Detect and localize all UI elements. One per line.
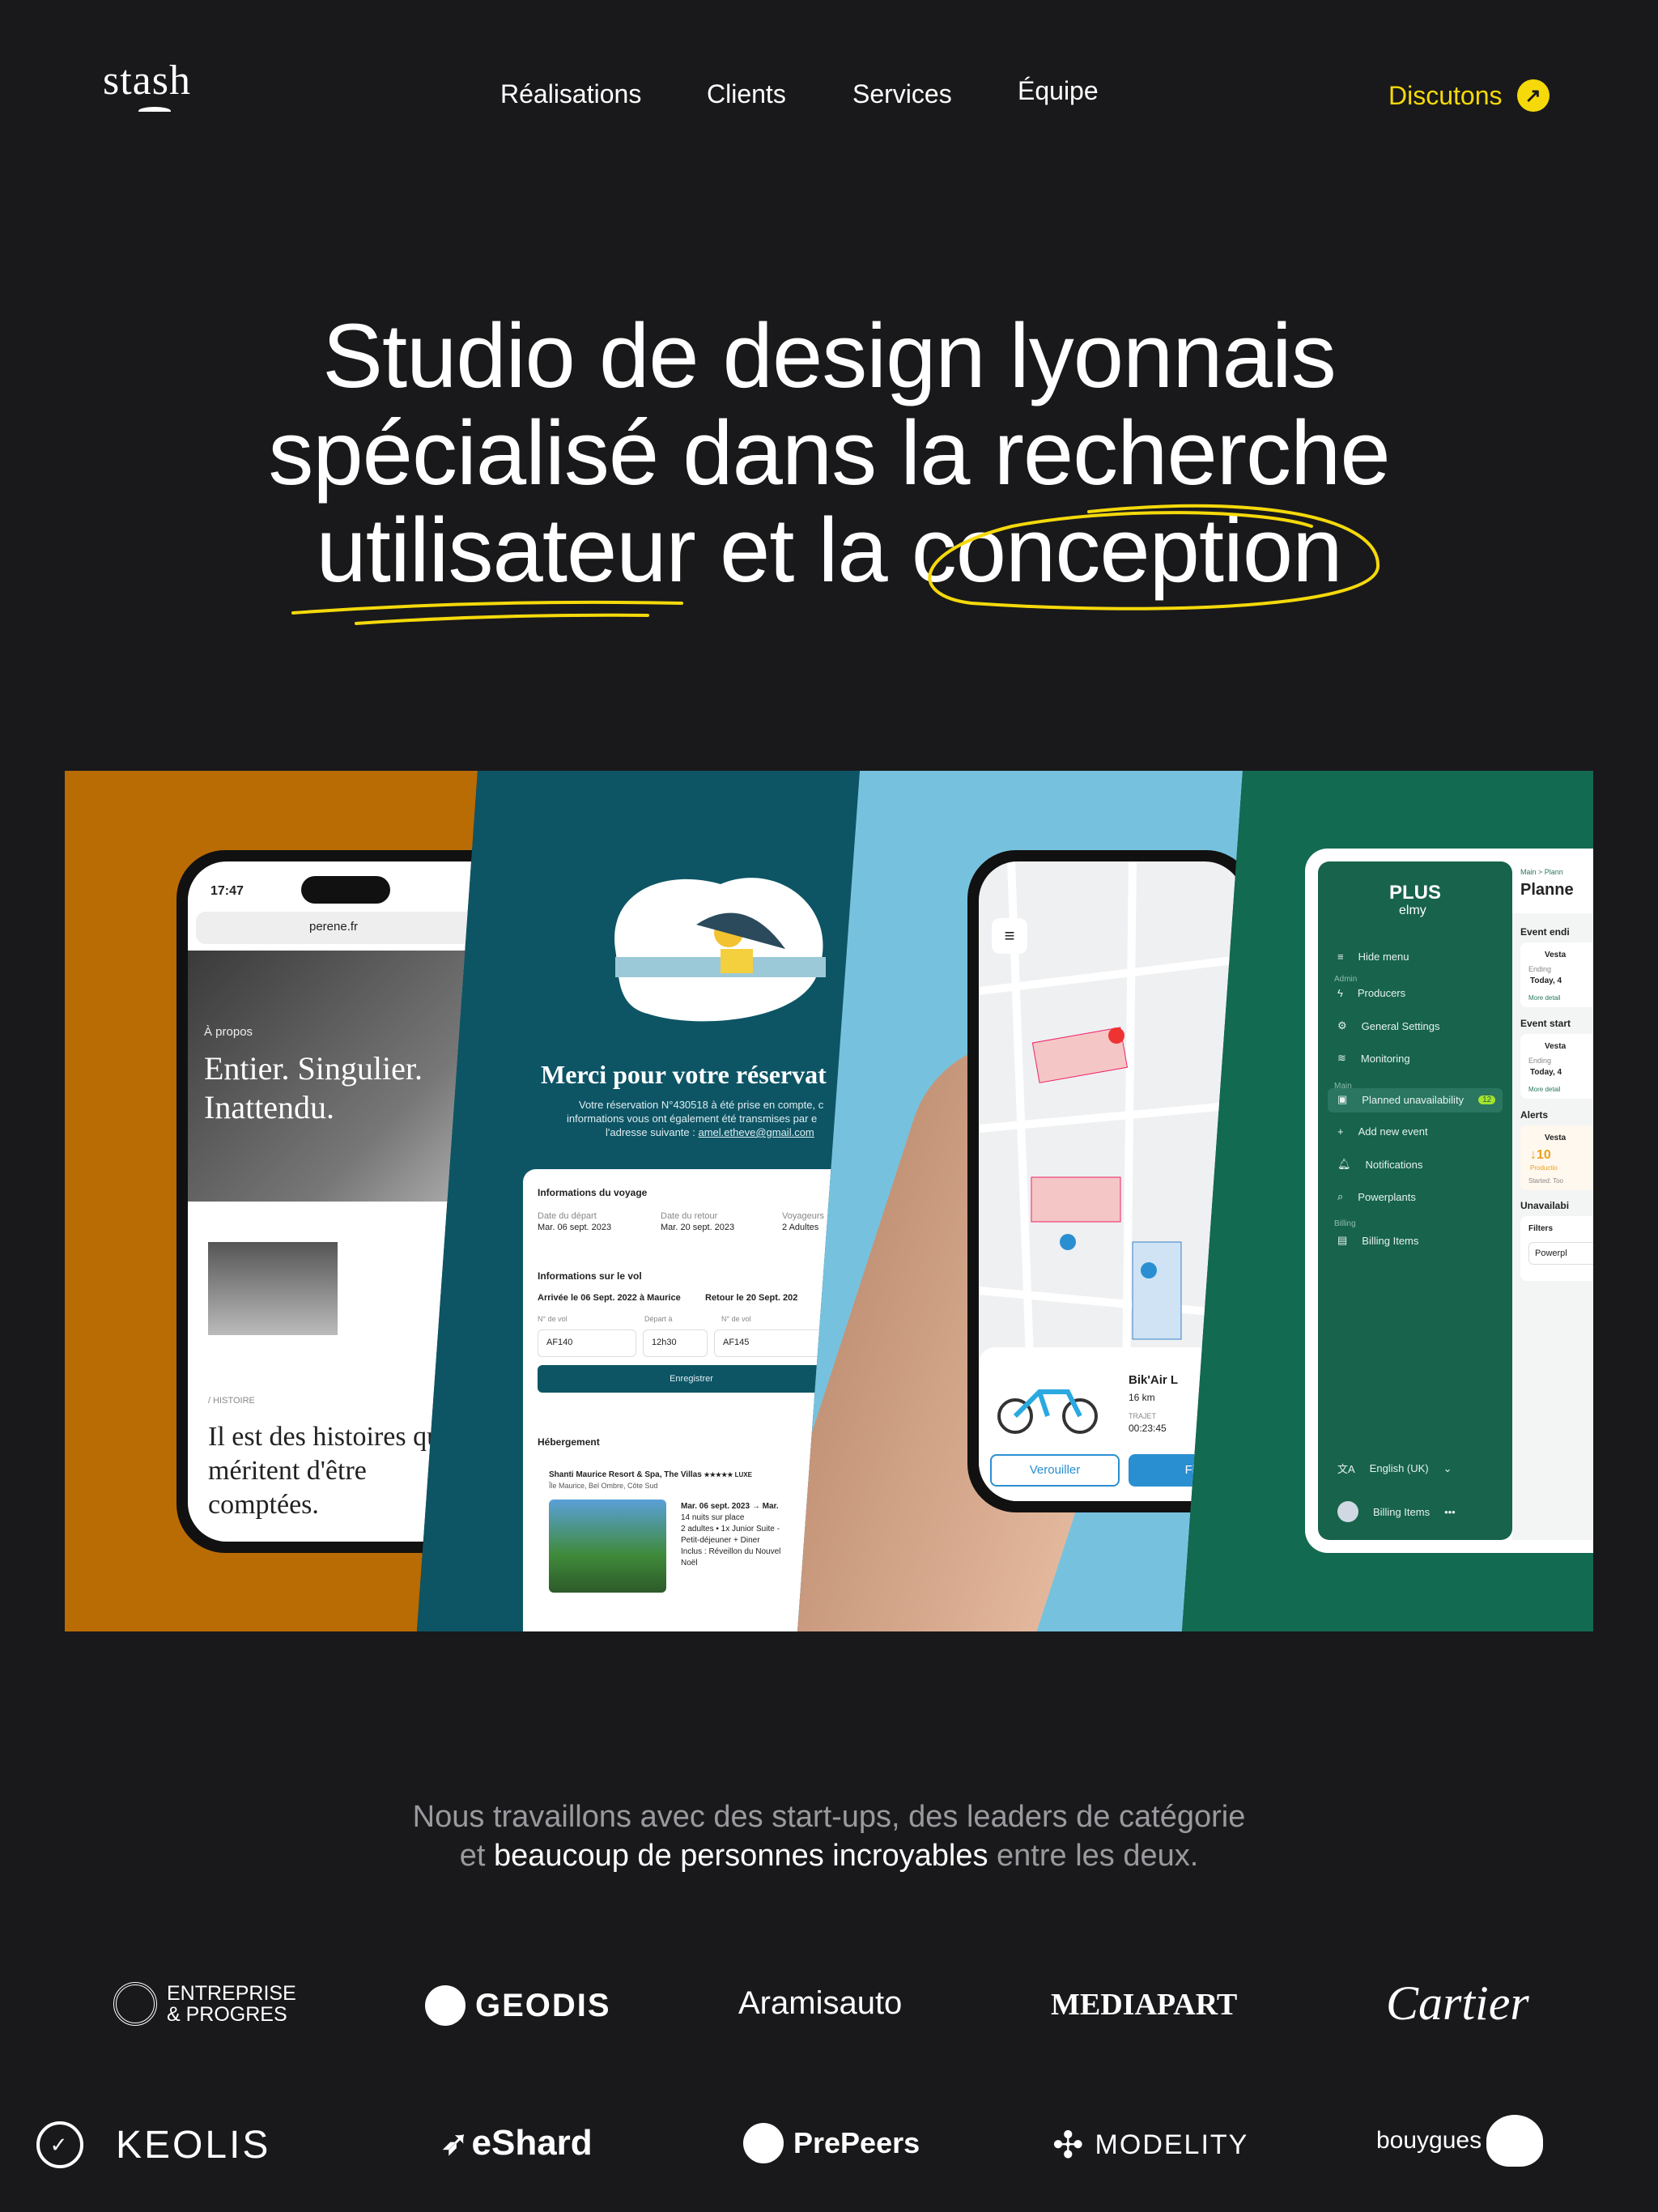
sidebar-item-producers[interactable]: ϟ Producers <box>1337 987 1405 999</box>
sidebar-item-monitoring[interactable]: ≋ Monitoring <box>1337 1052 1410 1065</box>
hotel-photo <box>549 1499 666 1593</box>
bouygues-icon <box>1486 2115 1544 2167</box>
sidebar-item-powerplants[interactable]: ⌕ Powerplants <box>1337 1190 1416 1203</box>
powerplant-filter-input[interactable]: Powerpl <box>1528 1242 1593 1265</box>
hero-scribbles <box>291 504 1380 625</box>
modelity-icon: ✣ <box>1052 2124 1086 2166</box>
concentric-icon <box>113 1982 157 2026</box>
logo-geodis: GEODIS <box>425 1985 611 2026</box>
prepeers-icon <box>743 2123 784 2163</box>
beach-illustration <box>614 878 826 1022</box>
bike-image <box>997 1389 1098 1434</box>
tablet-mockup: PLUS elmy ≡ Hide menu Admin ϟ Producers ⚙ G… <box>1305 849 1593 1553</box>
sidebar-item-billing[interactable]: ▤ Billing Items <box>1337 1234 1418 1247</box>
eshard-icon: ➶ <box>441 2125 469 2161</box>
sidebar-item-planned[interactable]: ▣ Planned unavailability 12 <box>1337 1093 1496 1106</box>
sidebar-item-add-event[interactable]: + Add new event <box>1337 1125 1428 1138</box>
logo-modelity: ✣ MODELITY <box>1052 2124 1249 2166</box>
logo-keolis: ✓ KEOLIS <box>36 2121 270 2168</box>
logo-bouygues: bouygues <box>1376 2115 1544 2167</box>
logo-prepeers: PrePeers <box>743 2123 920 2163</box>
geodis-icon <box>425 1985 466 2026</box>
language-select[interactable]: 文A English (UK) ⌄ <box>1337 1461 1452 1476</box>
departure-time-select[interactable]: 12h30 <box>643 1329 708 1357</box>
sidebar-item-notifications[interactable]: 🔔︎ Notifications <box>1337 1158 1422 1171</box>
save-button[interactable]: Enregistrer <box>538 1365 845 1393</box>
hide-menu-button[interactable]: ≡ Hide menu <box>1337 951 1409 963</box>
sidebar-item-settings[interactable]: ⚙ General Settings <box>1337 1019 1440 1032</box>
logo-mediapart: MEDIAPART <box>1051 1988 1238 2022</box>
lock-button[interactable]: Verouiller <box>990 1454 1120 1487</box>
menu-icon[interactable]: ≡ <box>992 918 1027 954</box>
logo-entreprise-progres: ENTREPRISE & PROGRES <box>113 1982 296 2026</box>
logo-aramisauto: Aramisauto <box>738 1985 903 2021</box>
keolis-icon: ✓ <box>36 2121 83 2168</box>
project-showcase: 17:47 perene.fr À propos Entier. Singuli… <box>65 771 1593 1631</box>
flight-number-input[interactable]: AF140 <box>538 1329 636 1357</box>
user-menu[interactable]: Billing Items ••• <box>1337 1501 1456 1522</box>
email-link[interactable]: amel.etheve@gmail.com <box>699 1126 814 1138</box>
logo-eshard: ➶ eShard <box>441 2123 593 2163</box>
clients-tagline: Nous travaillons avec des start-ups, des… <box>412 1800 1246 1873</box>
sidebar: PLUS elmy ≡ Hide menu Admin ϟ Producers ⚙ G… <box>1318 861 1512 1540</box>
logo-cartier: Cartier <box>1386 1976 1529 2030</box>
